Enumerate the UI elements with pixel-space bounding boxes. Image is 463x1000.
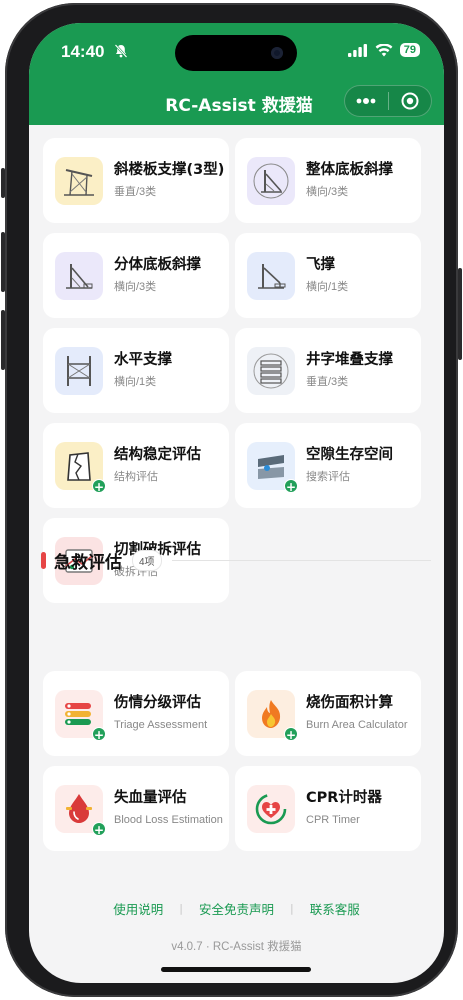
wifi-icon (375, 43, 393, 56)
section-accent-bar (41, 551, 46, 569)
cracked-building-icon: + (55, 441, 106, 494)
crib-stack-icon (247, 346, 295, 395)
split-raker-icon (55, 251, 103, 300)
link-safety-disclaimer[interactable]: 安全免责声明 (199, 899, 274, 918)
signal-icon (347, 43, 367, 57)
link-contact-support[interactable]: 联系客服 (310, 899, 360, 918)
card-subtitle: 垂直/3类 (114, 186, 157, 198)
card-crib-shore[interactable]: 井字堆叠支撑 垂直/3类 (235, 328, 421, 413)
raker-shore-icon (247, 156, 295, 205)
first-aid-section-header: 急救评估 4项 (41, 549, 431, 573)
flying-raker-icon (247, 251, 295, 300)
triage-tags-icon: + (55, 689, 106, 742)
add-badge-icon: + (284, 726, 298, 742)
link-user-guide[interactable]: 使用说明 (113, 899, 163, 918)
card-blood-loss-estimation[interactable]: + 失血量评估 Blood Loss Estimation (43, 766, 229, 851)
count-badge: 4项 (132, 549, 162, 571)
horizontal-shore-icon (55, 346, 103, 395)
home-indicator[interactable] (161, 967, 311, 972)
status-time: 14:40 (61, 42, 105, 61)
card-title: 飞撑 (306, 257, 335, 273)
card-solid-sole-raker[interactable]: 整体底板斜撑 横向/3类 (235, 138, 421, 223)
card-subtitle: 横向/1类 (306, 281, 349, 293)
card-subtitle: Blood Loss Estimation (114, 814, 223, 826)
card-structural-stability[interactable]: + 结构稳定评估 结构评估 (43, 423, 229, 508)
mute-bell-icon (114, 44, 128, 58)
card-subtitle: CPR Timer (306, 814, 360, 826)
card-cpr-timer[interactable]: CPR计时器 CPR Timer (235, 766, 421, 851)
card-subtitle: 结构评估 (114, 471, 158, 483)
card-subtitle: Triage Assessment (114, 719, 208, 731)
void-search-icon: + (247, 441, 298, 494)
card-title: 井字堆叠支撑 (306, 352, 393, 368)
heart-timer-icon (247, 784, 295, 833)
volume-down-button (1, 310, 5, 370)
card-subtitle: 垂直/3类 (306, 376, 349, 388)
section-divider (171, 559, 431, 561)
add-badge-icon: + (92, 821, 106, 837)
card-inclined-floor-shore[interactable]: 斜楼板支撑(3型) 垂直/3类 (43, 138, 229, 223)
volume-up-button (1, 232, 5, 292)
page-title: RC-Assist 救援猫 (165, 96, 313, 116)
close-app-button[interactable] (389, 86, 432, 116)
card-title: 斜楼板支撑(3型) (114, 162, 225, 178)
screen: 14:40 79 RC-Assist 救援猫 斜楼板支撑(3型) 垂直/3类 整… (29, 23, 444, 983)
card-horizontal-shore[interactable]: 水平支撑 横向/1类 (43, 328, 229, 413)
version-text: v4.0.7 · RC-Assist 救援猫 (171, 941, 302, 953)
phone-frame: 14:40 79 RC-Assist 救援猫 斜楼板支撑(3型) 垂直/3类 整… (5, 3, 458, 997)
card-title: 整体底板斜撑 (306, 162, 393, 178)
card-title: 结构稳定评估 (114, 447, 201, 463)
target-circle-icon (401, 92, 419, 110)
app-header: 14:40 79 RC-Assist 救援猫 (29, 23, 444, 125)
card-title: 伤情分级评估 (114, 695, 201, 711)
card-title: 烧伤面积计算 (306, 695, 393, 711)
more-menu-button[interactable] (345, 86, 388, 116)
card-title: 水平支撑 (114, 352, 172, 368)
card-title: CPR计时器 (306, 790, 382, 806)
card-flying-raker[interactable]: 飞撑 横向/1类 (235, 233, 421, 318)
blood-drop-icon: + (55, 784, 106, 837)
card-subtitle: 横向/3类 (114, 281, 157, 293)
card-title: 空隙生存空间 (306, 447, 393, 463)
section-title: 急救评估 (54, 552, 122, 573)
add-badge-icon: + (284, 478, 298, 494)
flame-icon: + (247, 689, 298, 742)
card-triage-assessment[interactable]: + 伤情分级评估 Triage Assessment (43, 671, 229, 756)
footer-links: 使用说明 | 安全免责声明 | 联系客服 (29, 899, 444, 918)
status-indicators: 79 (347, 43, 420, 57)
card-split-sole-raker[interactable]: 分体底板斜撑 横向/3类 (43, 233, 229, 318)
action-button (1, 168, 5, 198)
card-subtitle: 横向/1类 (114, 376, 157, 388)
card-subtitle: 横向/3类 (306, 186, 349, 198)
inclined-shore-icon (55, 156, 103, 205)
card-subtitle: 搜索评估 (306, 471, 350, 483)
card-void-space[interactable]: + 空隙生存空间 搜索评估 (235, 423, 421, 508)
battery-level: 79 (399, 43, 420, 57)
mini-program-capsule (344, 85, 432, 117)
card-title: 失血量评估 (114, 790, 187, 806)
card-burn-area-calculator[interactable]: + 烧伤面积计算 Burn Area Calculator (235, 671, 421, 756)
card-title: 分体底板斜撑 (114, 257, 201, 273)
add-badge-icon: + (92, 726, 106, 742)
add-badge-icon: + (92, 478, 106, 494)
link-separator: | (290, 902, 294, 915)
power-button (458, 268, 462, 360)
card-subtitle: Burn Area Calculator (306, 719, 408, 731)
link-separator: | (179, 902, 183, 915)
more-dots-icon (356, 98, 376, 104)
dynamic-island (175, 35, 297, 71)
